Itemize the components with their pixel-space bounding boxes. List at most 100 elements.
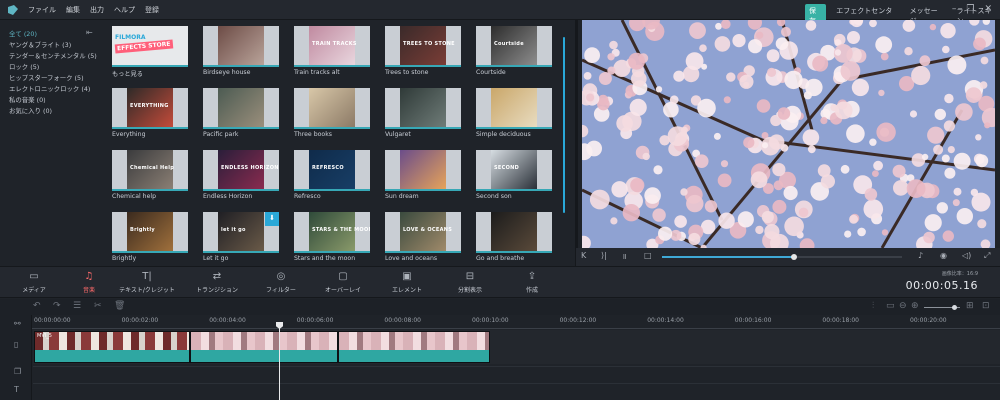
cut-icon[interactable]: ✂ bbox=[94, 301, 102, 311]
menu-edit[interactable]: 編集 bbox=[66, 5, 80, 15]
pause-icon[interactable]: ॥ bbox=[622, 251, 627, 262]
template-thumbnail[interactable]: Courtside bbox=[476, 26, 552, 67]
template-item[interactable]: Vulgaret bbox=[385, 88, 461, 140]
download-icon[interactable]: ⬇ bbox=[265, 212, 279, 226]
template-thumbnail[interactable]: FILMORA EFFECTS STORE bbox=[112, 26, 188, 67]
toolbar-music-button[interactable]: ♫ 音楽 bbox=[83, 271, 95, 294]
template-thumbnail[interactable] bbox=[476, 212, 552, 253]
template-item[interactable]: FILMORA EFFECTS STORE もっと見る bbox=[112, 26, 188, 78]
category-item[interactable]: 私の音楽 (0) bbox=[9, 95, 105, 106]
redo-icon[interactable]: ↷ bbox=[53, 301, 61, 311]
template-thumbnail[interactable]: Brightly bbox=[112, 212, 188, 253]
toolbar-overlay-button[interactable]: ▢ オーバーレイ bbox=[325, 271, 361, 294]
link-icon[interactable]: ⚯ bbox=[14, 319, 21, 328]
panel-splitter[interactable] bbox=[575, 20, 578, 266]
template-item[interactable]: ENDLESS HORIZON Endless Horizon bbox=[203, 150, 279, 202]
adjust-icon[interactable]: ☰ bbox=[73, 301, 81, 311]
template-thumbnail[interactable]: SECOND bbox=[476, 150, 552, 191]
template-thumbnail[interactable] bbox=[294, 88, 370, 129]
template-thumbnail[interactable]: EVERYTHING bbox=[112, 88, 188, 129]
preview-progress-knob[interactable] bbox=[791, 254, 797, 260]
copy-track-icon[interactable]: ❐ bbox=[14, 367, 21, 376]
close-icon[interactable]: ✕ bbox=[984, 4, 992, 14]
skip-back-icon[interactable]: K bbox=[581, 251, 586, 260]
template-thumbnail[interactable] bbox=[476, 88, 552, 129]
collapse-panel-icon[interactable]: ⇤ bbox=[86, 28, 93, 37]
audio-wave-icon[interactable]: ⫶ bbox=[872, 301, 874, 311]
timeline-clip[interactable]: MVI_5 bbox=[34, 331, 190, 363]
grid-view-icon[interactable]: ⊞ bbox=[966, 301, 974, 311]
template-thumbnail[interactable]: REFRESCO bbox=[294, 150, 370, 191]
template-item[interactable]: STARS & THE MOON Stars and the moon bbox=[294, 212, 370, 264]
toolbar-filter-button[interactable]: ◎ フィルター bbox=[266, 271, 296, 294]
template-item[interactable]: Brightly Brightly bbox=[112, 212, 188, 264]
menu-export[interactable]: 出力 bbox=[90, 5, 104, 15]
undo-icon[interactable]: ↶ bbox=[33, 301, 41, 311]
snapshot-icon[interactable]: ◉ bbox=[940, 251, 947, 260]
template-item[interactable]: Pacific park bbox=[203, 88, 279, 140]
template-item[interactable]: Three books bbox=[294, 88, 370, 140]
category-item[interactable]: エレクトロニックロック (4) bbox=[9, 84, 105, 95]
video-track-icon[interactable]: ▯ bbox=[14, 340, 18, 349]
template-item[interactable]: Sun dream bbox=[385, 150, 461, 202]
template-item[interactable]: SECOND Second son bbox=[476, 150, 552, 202]
text-track[interactable] bbox=[33, 383, 1000, 400]
preview-progress-track[interactable] bbox=[662, 256, 902, 258]
skip-forward-icon[interactable]: ⟩| bbox=[601, 251, 607, 260]
menu-file[interactable]: ファイル bbox=[28, 5, 56, 15]
speaker-icon[interactable]: ◁) bbox=[962, 251, 971, 260]
template-item[interactable]: REFRESCO Refresco bbox=[294, 150, 370, 202]
toolbar-transition-button[interactable]: ⇄ トランジション bbox=[196, 271, 238, 294]
timeline-clip[interactable] bbox=[190, 331, 338, 363]
timeline-zoom-slider[interactable] bbox=[924, 305, 960, 310]
fullscreen-icon[interactable]: ⤢ bbox=[984, 251, 990, 261]
category-item[interactable]: ヤング＆ブライト (3) bbox=[9, 40, 105, 51]
toolbar-element-button[interactable]: ▣ エレメント bbox=[392, 271, 422, 294]
stop-icon[interactable]: □ bbox=[644, 251, 652, 260]
template-item[interactable]: Courtside Courtside bbox=[476, 26, 552, 78]
toolbar-export-button[interactable]: ⇪ 作成 bbox=[526, 271, 538, 294]
zoom-knob[interactable] bbox=[952, 305, 957, 310]
template-item[interactable]: EVERYTHING Everything bbox=[112, 88, 188, 140]
template-item[interactable]: TRAIN TRACKS Train tracks alt bbox=[294, 26, 370, 78]
text-track-icon[interactable]: T bbox=[14, 385, 19, 394]
restore-icon[interactable]: ❐ bbox=[966, 4, 974, 14]
template-thumbnail[interactable]: STARS & THE MOON bbox=[294, 212, 370, 253]
category-item[interactable]: テンダー＆センチメンタル (5) bbox=[9, 51, 105, 62]
template-thumbnail[interactable] bbox=[385, 150, 461, 191]
category-item[interactable]: ロック (5) bbox=[9, 62, 105, 73]
minimize-icon[interactable]: – bbox=[952, 4, 957, 14]
fit-icon[interactable]: ▭ bbox=[886, 301, 895, 311]
template-thumbnail[interactable] bbox=[385, 88, 461, 129]
template-item[interactable]: Go and breathe bbox=[476, 212, 552, 264]
timeline-clip[interactable] bbox=[338, 331, 490, 363]
zoom-out-icon[interactable]: ⊖ bbox=[899, 301, 907, 311]
grid-scrollbar[interactable] bbox=[563, 37, 565, 213]
template-thumbnail[interactable]: LOVE & OCEANS bbox=[385, 212, 461, 253]
template-thumbnail[interactable] bbox=[203, 88, 279, 129]
toolbar-folder-button[interactable]: ▭ メディア bbox=[22, 271, 46, 294]
settings-icon[interactable]: ⊡ bbox=[982, 301, 990, 311]
category-item[interactable]: ヒップスターフォーク (5) bbox=[9, 73, 105, 84]
category-item[interactable]: お気に入り (0) bbox=[9, 106, 105, 117]
template-item[interactable]: LOVE & OCEANS Love and oceans bbox=[385, 212, 461, 264]
volume-icon[interactable]: ♪ bbox=[918, 251, 923, 260]
menu-help[interactable]: ヘルプ bbox=[114, 5, 135, 15]
playhead[interactable] bbox=[279, 322, 280, 400]
template-thumbnail[interactable]: TREES TO STONE bbox=[385, 26, 461, 67]
template-item[interactable]: Chemical Help Chemical help bbox=[112, 150, 188, 202]
template-thumbnail[interactable]: let it go ⬇ bbox=[203, 212, 279, 253]
menu-register[interactable]: 登録 bbox=[145, 5, 159, 15]
template-thumbnail[interactable]: Chemical Help bbox=[112, 150, 188, 191]
timeline-ruler[interactable]: 00:00:00:00 00:00:02:00 00:00:04:00 00:00:0… bbox=[32, 315, 1000, 329]
template-thumbnail[interactable]: TRAIN TRACKS bbox=[294, 26, 370, 67]
zoom-in-icon[interactable]: ⊕ bbox=[911, 301, 919, 311]
audio-track[interactable] bbox=[33, 366, 1000, 382]
delete-icon[interactable]: 🗑 bbox=[114, 301, 125, 311]
toolbar-split-screen-button[interactable]: ⊟ 分割表示 bbox=[458, 271, 482, 294]
template-item[interactable]: Birdseye house bbox=[203, 26, 279, 78]
template-item[interactable]: let it go ⬇ Let it go bbox=[203, 212, 279, 264]
template-thumbnail[interactable]: ENDLESS HORIZON bbox=[203, 150, 279, 191]
template-item[interactable]: TREES TO STONE Trees to stone bbox=[385, 26, 461, 78]
template-thumbnail[interactable] bbox=[203, 26, 279, 67]
